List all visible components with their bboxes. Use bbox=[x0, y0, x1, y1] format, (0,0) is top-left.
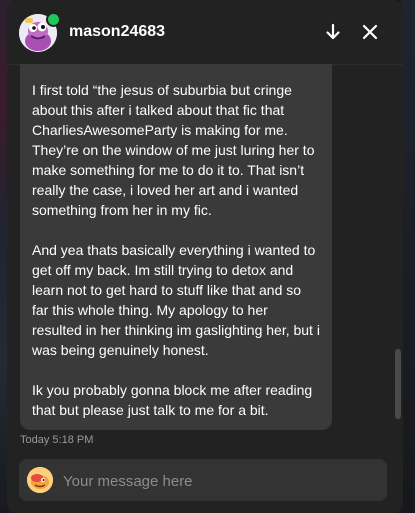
close-chat-button[interactable] bbox=[356, 18, 384, 46]
message-timestamp: Today 5:18 PM bbox=[20, 434, 94, 446]
arrow-down-icon bbox=[326, 23, 340, 40]
message-composer bbox=[19, 459, 387, 503]
message-list[interactable]: I first told “the jesus of suburbia but … bbox=[7, 64, 403, 452]
message-bubble: I first told “the jesus of suburbia but … bbox=[20, 64, 332, 430]
own-avatar bbox=[27, 467, 53, 493]
message-paragraph: I first told “the jesus of suburbia but … bbox=[32, 82, 315, 218]
conversation-username[interactable]: mason24683 bbox=[69, 23, 165, 41]
message-input[interactable] bbox=[61, 459, 381, 503]
close-icon bbox=[362, 24, 378, 40]
background-right-edge bbox=[401, 0, 415, 513]
chat-header: mason24683 bbox=[7, 0, 403, 65]
chat-window: mason24683 I first told “the jesus of su… bbox=[7, 0, 403, 513]
own-avatar-icon bbox=[27, 467, 53, 493]
message-paragraph: And yea thats basically everything i wan… bbox=[32, 242, 320, 358]
online-status-indicator bbox=[46, 12, 61, 27]
scrollbar-thumb[interactable] bbox=[395, 349, 401, 419]
message-paragraph: Ik you probably gonna block me after rea… bbox=[32, 382, 313, 418]
scroll-to-bottom-button[interactable] bbox=[319, 18, 347, 46]
